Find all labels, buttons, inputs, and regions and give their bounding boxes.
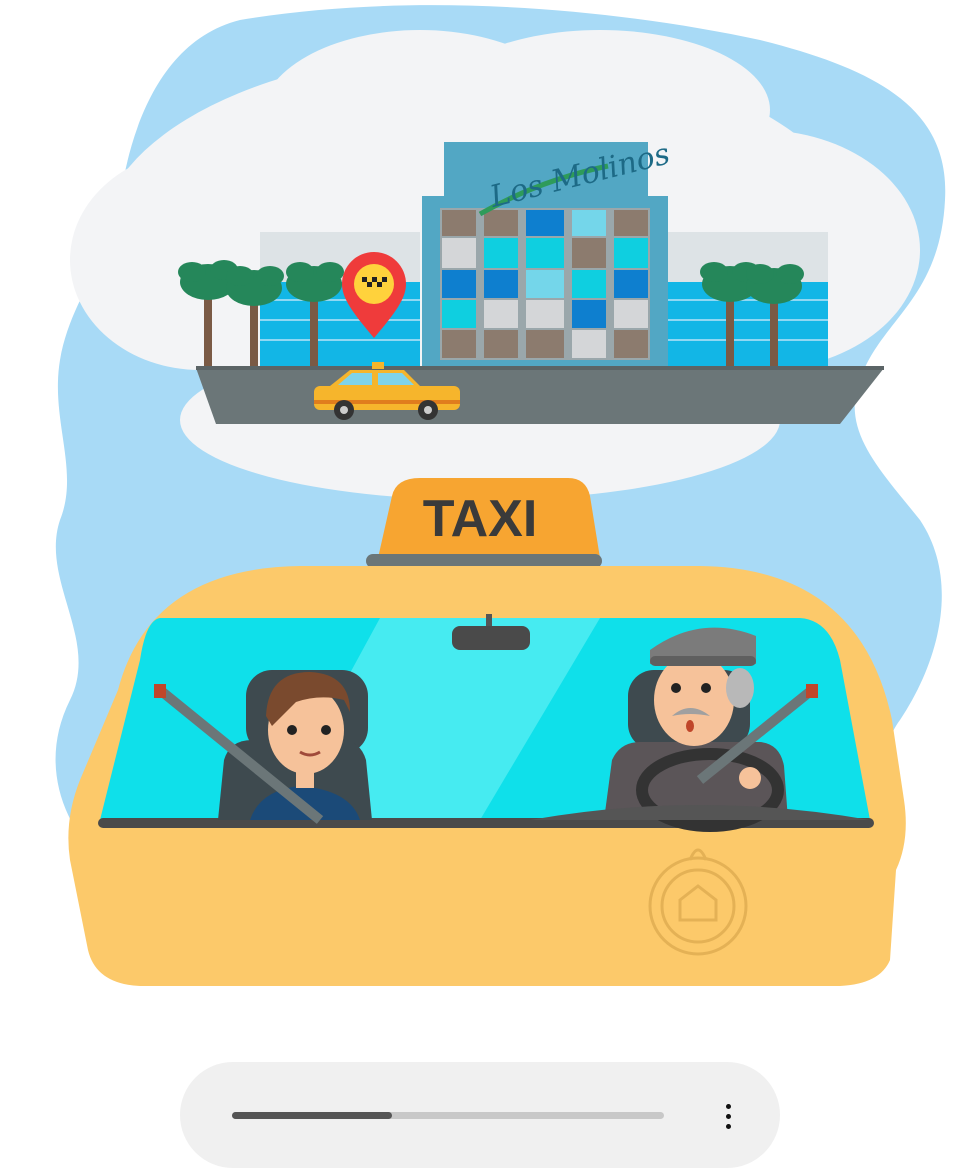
taxi-sign-label: TAXI — [423, 490, 538, 548]
more-vertical-icon[interactable] — [710, 1098, 746, 1134]
building-los-molinos: Los Molinos — [422, 137, 673, 368]
taxi-roof-sign: TAXI — [366, 478, 602, 568]
progress-fill — [232, 1112, 392, 1119]
progress-bar[interactable] — [232, 1112, 664, 1119]
road — [196, 368, 884, 424]
taxi-illustration: Los Molinos TAXI — [55, 5, 946, 986]
media-player-bar — [180, 1062, 780, 1168]
